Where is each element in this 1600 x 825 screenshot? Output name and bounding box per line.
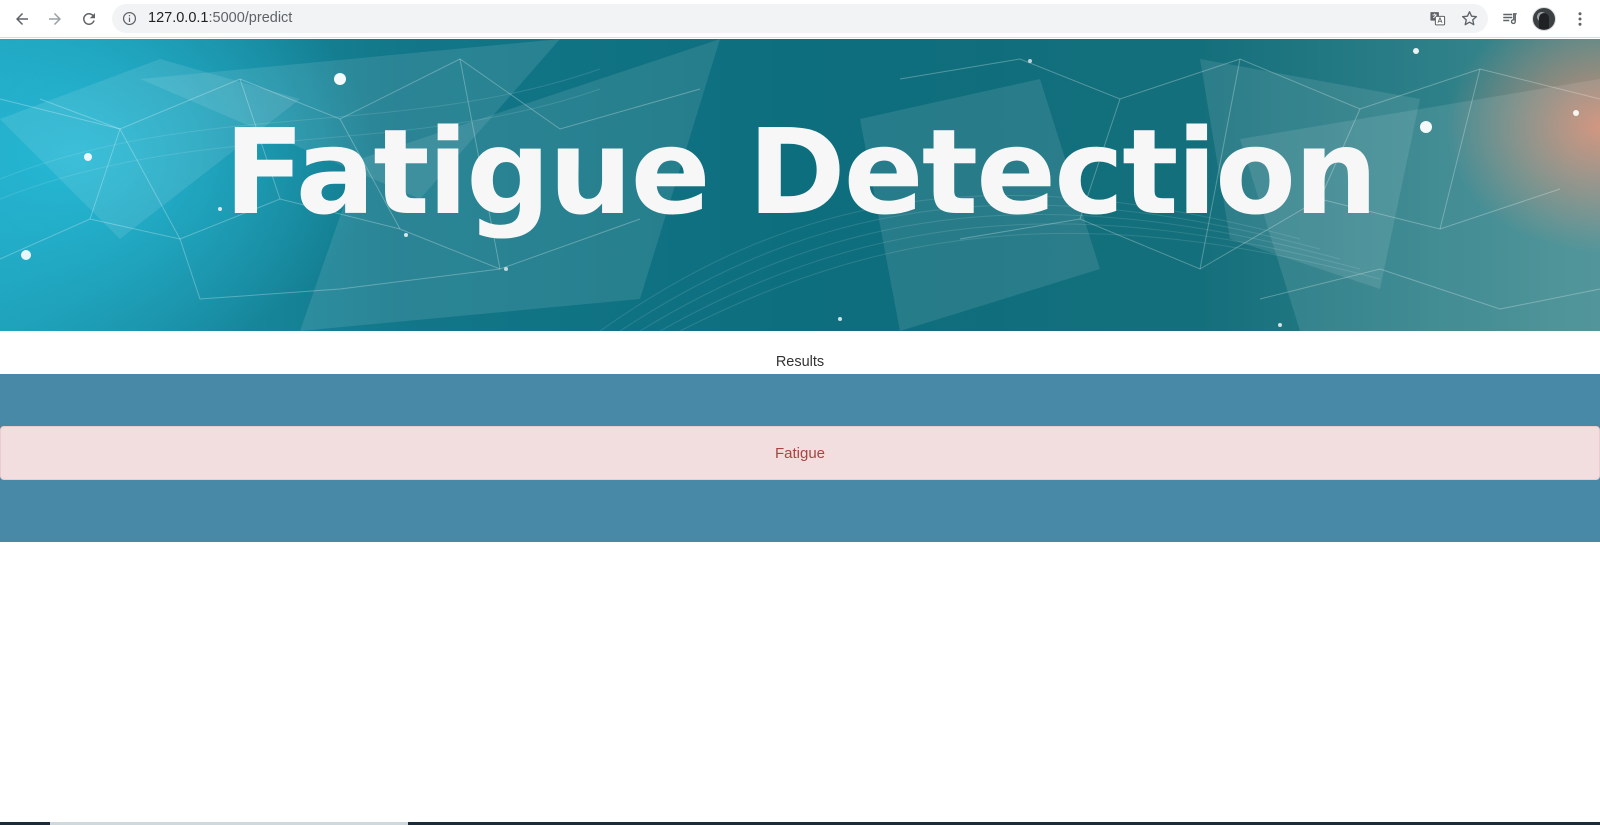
url-host: 127.0.0.1 [148, 10, 209, 26]
reload-button[interactable] [76, 6, 102, 32]
prediction-alert: Fatigue [0, 426, 1600, 480]
header-banner: Fatigue Detection [0, 39, 1600, 331]
translate-icon[interactable] [1429, 10, 1446, 27]
page-title: Fatigue Detection [223, 103, 1378, 241]
kebab-menu-icon [1578, 12, 1582, 26]
browser-toolbar: 127.0.0.1:5000/predict [0, 0, 1600, 38]
back-arrow-icon [16, 13, 28, 25]
profile-avatar[interactable] [1532, 7, 1556, 31]
info-icon[interactable] [122, 11, 137, 26]
url-text[interactable]: 127.0.0.1:5000/predict [148, 10, 292, 26]
reload-icon [83, 13, 95, 25]
back-button[interactable] [9, 6, 35, 32]
url-path: :5000/predict [208, 10, 293, 26]
forward-arrow-icon [49, 13, 61, 25]
media-queue-icon [1503, 13, 1517, 25]
media-queue-button[interactable] [1497, 6, 1523, 32]
forward-button[interactable] [42, 6, 68, 32]
star-icon[interactable] [1460, 9, 1479, 28]
results-heading: Results [775, 354, 825, 370]
address-bar[interactable]: 127.0.0.1:5000/predict [112, 4, 1488, 33]
prediction-text: Fatigue [774, 444, 826, 462]
browser-menu-button[interactable] [1567, 6, 1593, 32]
